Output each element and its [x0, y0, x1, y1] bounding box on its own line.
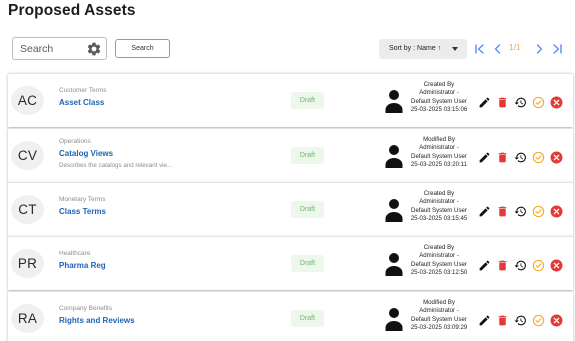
status-badge: Draft — [291, 92, 324, 109]
avatar-initials: PR — [17, 256, 38, 271]
audit-user-role: Default System User — [411, 206, 467, 214]
total-pages: 1 — [516, 42, 521, 52]
audit-timestamp: 25-03-2025 03:15:45 — [410, 214, 468, 222]
asset-category: Customer Terms — [59, 87, 107, 94]
audit-user-name: Administrator - — [419, 144, 459, 152]
asset-category: Monetary Terms — [59, 196, 106, 203]
audit-user-role: Default System User — [411, 97, 467, 105]
check-circle-icon[interactable] — [532, 96, 545, 109]
avatar: CV — [11, 141, 44, 170]
search-button[interactable]: Search — [115, 39, 170, 58]
asset-row[interactable]: AC Customer Terms Asset Class Draft Crea… — [8, 73, 573, 127]
asset-row[interactable]: CV Operations Catalog Views Describes th… — [8, 128, 573, 182]
asset-row[interactable]: RA Company Benefits Rights and Reviews D… — [8, 291, 573, 341]
audit-user-role: Default System User — [411, 152, 467, 160]
audit-info: Created By Administrator - Default Syste… — [391, 190, 487, 223]
trash-icon[interactable] — [496, 259, 509, 272]
check-circle-icon[interactable] — [532, 205, 545, 218]
asset-name-link[interactable]: Pharma Reg — [59, 261, 106, 270]
audit-info: Modified By Administrator - Default Syst… — [391, 299, 487, 332]
close-circle-icon[interactable] — [550, 314, 563, 327]
trash-icon[interactable] — [496, 205, 509, 218]
trash-icon[interactable] — [496, 151, 509, 164]
avatar-initials: CV — [17, 148, 38, 163]
close-circle-icon[interactable] — [550, 259, 563, 272]
avatar: CT — [11, 195, 44, 224]
page-title: Proposed Assets — [8, 2, 136, 19]
audit-info: Created By Administrator - Default Syste… — [391, 244, 487, 277]
chevron-right-icon[interactable] — [534, 42, 545, 54]
audit-action: Modified By — [423, 136, 455, 143]
asset-name-link[interactable]: Class Terms — [59, 207, 106, 216]
trash-icon[interactable] — [496, 314, 509, 327]
pencil-icon[interactable] — [478, 205, 491, 218]
avatar-initials: AC — [17, 93, 38, 108]
audit-user-name: Administrator - — [419, 307, 459, 315]
trash-icon[interactable] — [496, 96, 509, 109]
status-badge: Draft — [291, 255, 324, 272]
check-circle-icon[interactable] — [532, 314, 545, 327]
pencil-icon[interactable] — [478, 314, 491, 327]
history-icon[interactable] — [514, 259, 527, 272]
check-circle-icon[interactable] — [532, 151, 545, 164]
audit-action: Created By — [423, 190, 455, 197]
avatar: PR — [11, 249, 44, 278]
avatar: RA — [11, 304, 44, 333]
page-indicator: 1/1 — [509, 42, 521, 52]
audit-info: Created By Administrator - Default Syste… — [391, 81, 487, 114]
audit-timestamp: 25-03-2025 03:20:11 — [410, 160, 468, 168]
audit-action: Created By — [423, 244, 455, 251]
status-badge: Draft — [291, 201, 324, 218]
pencil-icon[interactable] — [478, 259, 491, 272]
audit-info: Modified By Administrator - Default Syst… — [391, 136, 487, 169]
avatar-initials: RA — [17, 311, 38, 326]
asset-category: Healthcare — [59, 250, 91, 257]
close-circle-icon[interactable] — [550, 96, 563, 109]
audit-action: Modified By — [423, 299, 455, 306]
audit-timestamp: 25-03-2025 03:12:50 — [410, 268, 468, 276]
asset-category: Company Benefits — [59, 305, 113, 312]
audit-user-role: Default System User — [411, 260, 467, 268]
avatar-initials: CT — [18, 202, 37, 217]
audit-action: Created By — [423, 81, 455, 88]
asset-row[interactable]: PR Healthcare Pharma Reg Draft Created B… — [8, 236, 573, 290]
caret-down-icon — [452, 47, 458, 51]
audit-user-name: Administrator - — [419, 252, 459, 260]
gear-icon[interactable] — [86, 41, 102, 57]
audit-user-role: Default System User — [411, 315, 467, 323]
history-icon[interactable] — [514, 205, 527, 218]
chevron-left-icon[interactable] — [492, 42, 503, 54]
sort-dropdown[interactable]: Sort by : Name ↑ — [379, 39, 467, 59]
pencil-icon[interactable] — [478, 96, 491, 109]
sort-label: Sort by : Name ↑ — [389, 45, 442, 52]
search-input[interactable] — [20, 41, 82, 56]
audit-timestamp: 25-03-2025 03:09:29 — [410, 323, 468, 331]
status-badge: Draft — [291, 147, 324, 164]
search-box — [12, 37, 107, 60]
audit-timestamp: 25-03-2025 03:15:06 — [410, 105, 468, 113]
asset-name-link[interactable]: Asset Class — [59, 98, 104, 107]
history-icon[interactable] — [514, 96, 527, 109]
status-badge: Draft — [291, 310, 324, 327]
close-circle-icon[interactable] — [550, 205, 563, 218]
first-page-icon[interactable] — [474, 42, 485, 54]
last-page-icon[interactable] — [552, 42, 563, 54]
asset-category: Operations — [59, 138, 91, 145]
history-icon[interactable] — [514, 151, 527, 164]
history-icon[interactable] — [514, 314, 527, 327]
avatar: AC — [11, 86, 44, 115]
asset-name-link[interactable]: Catalog Views — [59, 149, 113, 158]
pencil-icon[interactable] — [478, 151, 491, 164]
asset-row[interactable]: CT Monetary Terms Class Terms Draft Crea… — [8, 182, 573, 236]
check-circle-icon[interactable] — [532, 259, 545, 272]
audit-user-name: Administrator - — [419, 198, 459, 206]
asset-name-link[interactable]: Rights and Reviews — [59, 316, 135, 325]
audit-user-name: Administrator - — [419, 89, 459, 97]
close-circle-icon[interactable] — [550, 151, 563, 164]
asset-description: Describes the catalogs and relevant vie.… — [59, 162, 173, 169]
